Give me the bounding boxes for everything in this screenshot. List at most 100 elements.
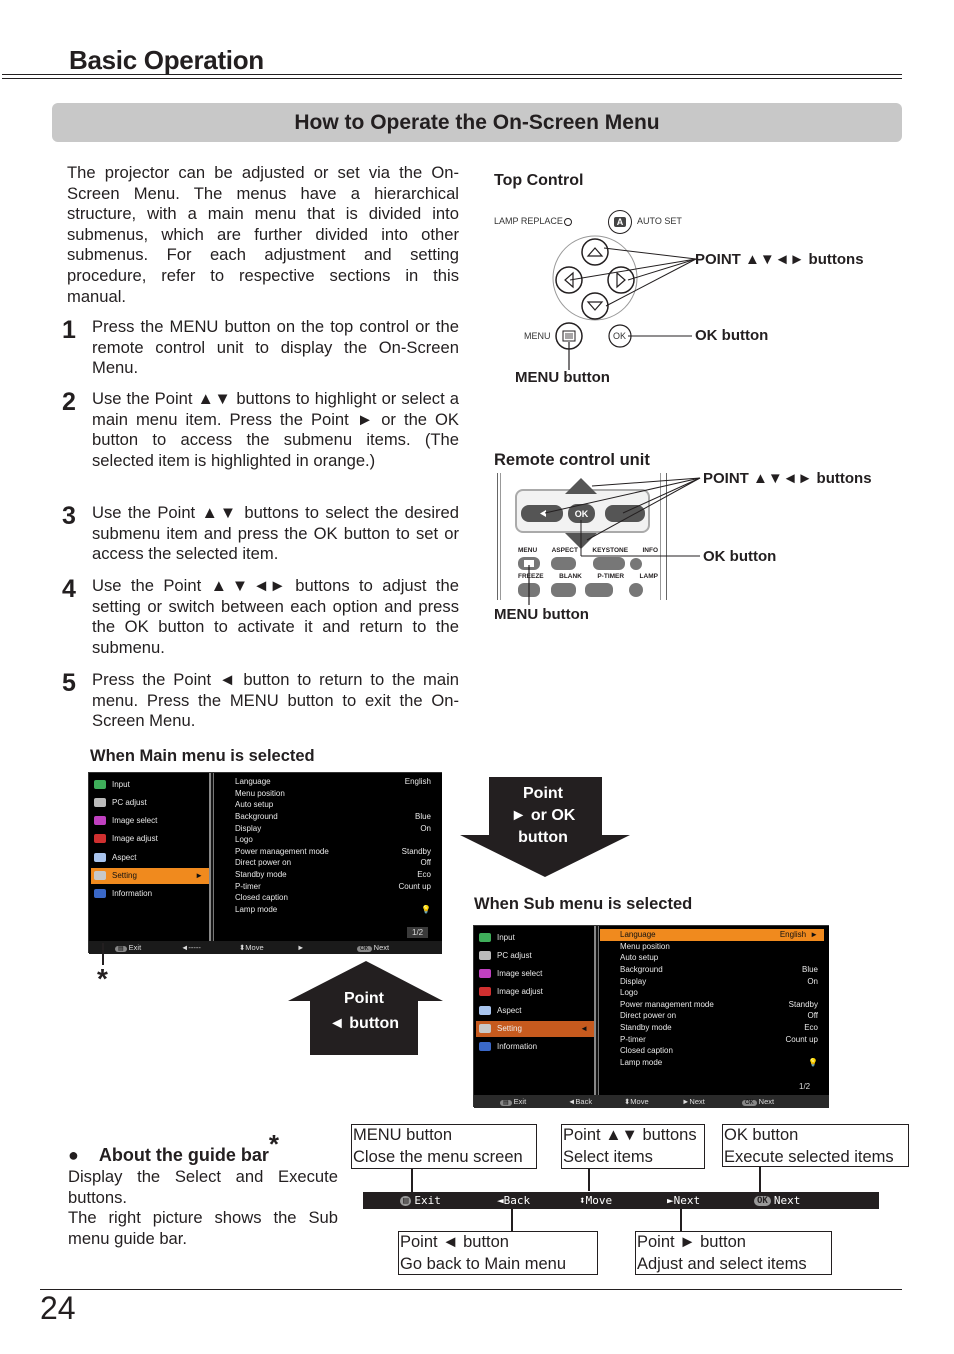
image-adjust-icon [479,987,491,997]
callout-title: MENU button [353,1126,453,1144]
osd-submenu-value: On [807,976,818,986]
osd-menu-item[interactable]: Setting ◄ [476,1020,594,1037]
osd-submenu-row[interactable]: Display On [600,975,824,987]
callout-left: Point ◄ button Go back to Main menu [398,1231,598,1275]
osd-menu-item[interactable]: Setting ► [91,867,209,884]
osd-menu-item[interactable]: Image adjust [476,984,594,1000]
point-buttons-label: POINT ▲▼◄► buttons [695,251,864,268]
point-up-button[interactable] [581,238,609,266]
osd-menu-item[interactable]: Image select [91,813,209,829]
osd-submenu-row[interactable]: Lamp mode 💡 [215,904,437,916]
step-5: 5 Press the Point ◄ button to return to … [62,670,459,732]
osd-submenu-row[interactable]: Power management mode Standby [600,999,824,1011]
footer-rule [40,1289,902,1290]
osd-menu-item[interactable]: Image adjust [91,831,209,847]
osd-submenu-row[interactable]: Direct power on Off [215,857,437,869]
osd-submenu-label: Menu position [235,788,285,798]
main-menu-caption: When Main menu is selected [90,747,315,765]
auto-set-button[interactable]: A [608,210,632,234]
osd-submenu-row[interactable]: Direct power on Off [600,1010,824,1022]
osd-submenu-row[interactable]: Lamp mode 💡 [600,1057,824,1069]
osd-submenu-row[interactable]: Menu position [215,788,437,800]
remote-key-labels-row1: MENU ASPECT KEYSTONE INFO [518,547,658,554]
step-text: Use the Point ▲▼◄► buttons to adjust the… [92,576,459,657]
osd-menu-item-label: Input [112,779,130,789]
osd-submenu-label: Display [620,976,647,986]
image-adjust-icon [94,834,106,844]
lamp-replace-label: LAMP REPLACE [494,216,563,226]
osd-menu-item-label: Image select [497,969,543,979]
ok-button-label: OK button [695,327,769,344]
guide-ok: OK Next [754,1194,800,1207]
osd-menu-item-label: PC adjust [112,797,147,807]
input-icon [94,779,106,789]
osd-menu-item[interactable]: Input [91,776,209,792]
osd-submenu-row[interactable]: Logo [600,987,824,999]
osd-submenu-row[interactable]: Logo [215,834,437,846]
osd-submenu-row[interactable]: Background Blue [600,964,824,976]
osd-submenu-row[interactable]: Auto setup [215,799,437,811]
osd-submenu-row[interactable]: Language English [215,776,437,788]
asterisk-marker: * [268,1129,279,1159]
callout-desc: Execute selected items [724,1147,894,1166]
osd-submenu-row[interactable]: Display On [215,822,437,834]
osd-submenu-row[interactable]: Language English ► [600,929,824,941]
osd-menu-item[interactable]: Image select [476,966,594,982]
step-number: 3 [62,502,76,530]
remote-info-key[interactable] [630,558,642,570]
osd-submenu-row[interactable]: Background Blue [215,811,437,823]
osd-submenu-row[interactable]: P-timer Count up [600,1033,824,1045]
osd-menu-item-label: PC adjust [497,950,532,960]
remote-ptimer-key[interactable] [585,583,613,597]
osd-submenu-row[interactable]: Auto setup [600,952,824,964]
osd-submenu-label: Direct power on [235,858,292,868]
osd-submenu-row[interactable]: Closed caption [215,892,437,904]
osd-submenu-row[interactable]: Menu position [600,941,824,953]
arrow-line: ◄ button [328,1015,400,1032]
page-number: 24 [40,1290,76,1326]
osd-submenu-label: Direct power on [620,1011,677,1021]
osd-menu-item[interactable]: PC adjust [91,794,209,810]
aspect-icon [94,852,106,862]
step-4: 4 Use the Point ▲▼◄► buttons to adjust t… [62,576,459,658]
point-left-button[interactable] [555,266,583,294]
osd-menu-item[interactable]: PC adjust [476,947,594,963]
header-rule [2,74,902,75]
remote-blank-key[interactable] [551,583,576,597]
osd-menu-item[interactable]: Information [91,886,209,902]
remote-lamp-key[interactable] [629,583,643,597]
menu-small-label: MENU [524,331,551,341]
osd-sub-list: Language English ► Menu position Auto setup B… [598,926,829,1095]
remote-ok-label: OK button [703,548,777,565]
remote-svg: OK [518,477,701,605]
osd-menu-item[interactable]: Aspect [91,849,209,865]
osd-menu-item[interactable]: Aspect [476,1002,594,1018]
point-down-button[interactable] [581,292,609,320]
ok-small-label: OK [613,331,627,341]
step-number: 4 [62,575,76,603]
osd-submenu-row[interactable]: Power management mode Standby [215,846,437,858]
callout-connector [680,1209,682,1231]
remote-title: Remote control unit [494,451,650,469]
setting-icon [479,1024,491,1033]
osd-submenu-row[interactable]: Standby mode Eco [600,1022,824,1034]
remote-aspect-key[interactable] [551,557,576,570]
guide-next: ►Next [667,1194,701,1207]
osd-submenu-label: Language [235,777,271,787]
remote-keystone-key[interactable] [593,557,625,570]
osd-submenu-value: Off [420,858,431,868]
step-text: Press the MENU button on the top control… [92,317,459,378]
information-icon [479,1042,491,1052]
point-right-button[interactable] [607,266,635,294]
ok-icon: OK [357,946,372,952]
osd-page-indicator: 1/2 [407,927,429,938]
key-label: MENU [518,547,538,554]
page-banner: How to Operate the On-Screen Menu [52,103,902,142]
osd-submenu-row[interactable]: Closed caption [600,1045,824,1057]
osd-menu-item[interactable]: Input [476,929,594,945]
osd-submenu-row[interactable]: Standby mode Eco [215,869,437,881]
osd-submenu-row[interactable]: P-timer Count up [215,880,437,892]
guide-exit: ▤ Exit [115,943,141,952]
osd-menu-item[interactable]: Information [476,1039,594,1055]
menu-icon: ▤ [400,1195,412,1206]
